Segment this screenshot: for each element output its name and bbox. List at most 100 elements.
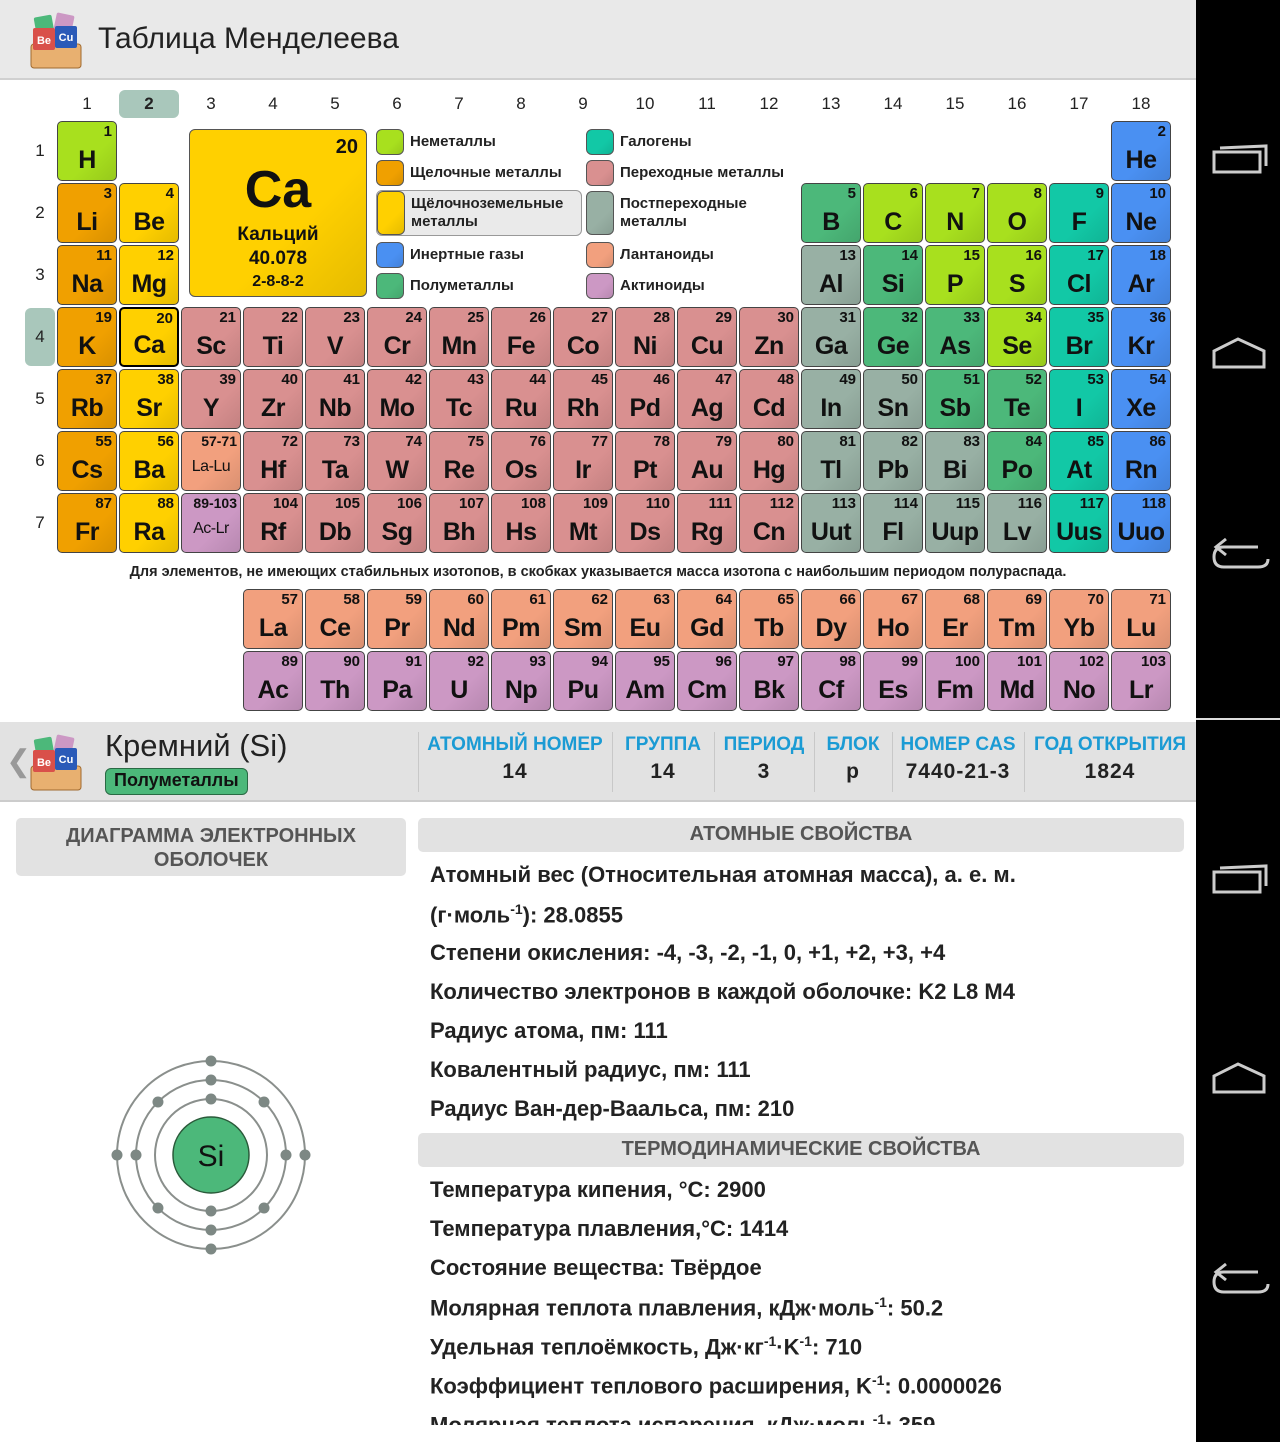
element-cell-mt[interactable]: 109 Mt	[553, 493, 613, 553]
element-cell-cf[interactable]: 98 Cf	[801, 651, 861, 711]
group-header-15[interactable]: 15	[925, 94, 985, 114]
element-cell-in[interactable]: 49 In	[801, 369, 861, 429]
element-cell-ni[interactable]: 28 Ni	[615, 307, 675, 367]
element-cell-uus[interactable]: 117 Uus	[1049, 493, 1109, 553]
element-cell-hf[interactable]: 72 Hf	[243, 431, 303, 491]
element-cell-sm[interactable]: 62 Sm	[553, 589, 613, 649]
element-cell-pm[interactable]: 61 Pm	[491, 589, 551, 649]
legend-item-ng[interactable]: Инертные газы	[376, 241, 582, 269]
element-cell-ho[interactable]: 67 Ho	[863, 589, 923, 649]
legend-item-ac[interactable]: Актиноиды	[586, 272, 796, 300]
group-header-5[interactable]: 5	[305, 94, 365, 114]
element-cell-u[interactable]: 92 U	[429, 651, 489, 711]
element-cell-at[interactable]: 85 At	[1049, 431, 1109, 491]
element-cell-no[interactable]: 102 No	[1049, 651, 1109, 711]
element-cell-cu[interactable]: 29 Cu	[677, 307, 737, 367]
element-cell-dy[interactable]: 66 Dy	[801, 589, 861, 649]
period-header-5[interactable]: 5	[25, 389, 55, 409]
recent-apps-icon[interactable]	[1208, 860, 1272, 900]
element-cell-la[interactable]: 57 La	[243, 589, 303, 649]
element-cell-se[interactable]: 34 Se	[987, 307, 1047, 367]
group-header-6[interactable]: 6	[367, 94, 427, 114]
element-cell-pu[interactable]: 94 Pu	[553, 651, 613, 711]
element-cell-pd[interactable]: 46 Pd	[615, 369, 675, 429]
legend-item-a[interactable]: Щелочные металлы	[376, 159, 582, 187]
element-cell-fl[interactable]: 114 Fl	[863, 493, 923, 553]
element-cell-ra[interactable]: 88 Ra	[119, 493, 179, 553]
legend-item-ae[interactable]: Щёлочноземельные металлы	[376, 190, 582, 236]
group-header-18[interactable]: 18	[1111, 94, 1171, 114]
element-cell-sn[interactable]: 50 Sn	[863, 369, 923, 429]
element-cell-md[interactable]: 101 Md	[987, 651, 1047, 711]
element-cell-co[interactable]: 27 Co	[553, 307, 613, 367]
element-cell-rb[interactable]: 37 Rb	[57, 369, 117, 429]
element-cell-n[interactable]: 7N	[925, 183, 985, 243]
period-header-3[interactable]: 3	[25, 265, 55, 285]
featured-element-card[interactable]: 20 Ca Кальций 40.078 2-8-8-2	[189, 129, 367, 297]
element-cell-ac-lr[interactable]: 89-103 Ac-Lr	[181, 493, 241, 553]
element-cell-la-lu[interactable]: 57-71 La-Lu	[181, 431, 241, 491]
legend-item-p[interactable]: Постпереходные металлы	[586, 190, 796, 236]
element-cell-si[interactable]: 14 Si	[863, 245, 923, 305]
element-cell-ce[interactable]: 58 Ce	[305, 589, 365, 649]
element-cell-kr[interactable]: 36 Kr	[1111, 307, 1171, 367]
element-cell-i[interactable]: 53 I	[1049, 369, 1109, 429]
element-cell-ac[interactable]: 89 Ac	[243, 651, 303, 711]
group-header-8[interactable]: 8	[491, 94, 551, 114]
element-cell-ta[interactable]: 73 Ta	[305, 431, 365, 491]
element-cell-rg[interactable]: 111 Rg	[677, 493, 737, 553]
period-header-1[interactable]: 1	[25, 141, 55, 161]
back-icon[interactable]	[1208, 1260, 1272, 1300]
element-cell-ne[interactable]: 10 Ne	[1111, 183, 1171, 243]
element-cell-p[interactable]: 15 P	[925, 245, 985, 305]
group-header-2[interactable]: 2	[119, 90, 179, 118]
element-cell-w[interactable]: 74 W	[367, 431, 427, 491]
element-cell-cm[interactable]: 96 Cm	[677, 651, 737, 711]
element-cell-lr[interactable]: 103 Lr	[1111, 651, 1171, 711]
period-header-6[interactable]: 6	[25, 451, 55, 471]
element-cell-hs[interactable]: 108 Hs	[491, 493, 551, 553]
element-cell-pb[interactable]: 82 Pb	[863, 431, 923, 491]
element-cell-ca[interactable]: 20 Ca	[119, 307, 179, 367]
element-cell-be[interactable]: 4 Be	[119, 183, 179, 243]
element-cell-na[interactable]: 11 Na	[57, 245, 117, 305]
element-cell-xe[interactable]: 54 Xe	[1111, 369, 1171, 429]
element-cell-np[interactable]: 93 Np	[491, 651, 551, 711]
group-header-4[interactable]: 4	[243, 94, 303, 114]
element-cell-uup[interactable]: 115 Uup	[925, 493, 985, 553]
element-cell-zn[interactable]: 30 Zn	[739, 307, 799, 367]
group-header-14[interactable]: 14	[863, 94, 923, 114]
element-cell-cl[interactable]: 17 Cl	[1049, 245, 1109, 305]
element-cell-f[interactable]: 9F	[1049, 183, 1109, 243]
element-cell-zr[interactable]: 40 Zr	[243, 369, 303, 429]
element-cell-fe[interactable]: 26 Fe	[491, 307, 551, 367]
group-header-11[interactable]: 11	[677, 94, 737, 114]
element-cell-ag[interactable]: 47 Ag	[677, 369, 737, 429]
element-cell-br[interactable]: 35 Br	[1049, 307, 1109, 367]
group-header-7[interactable]: 7	[429, 94, 489, 114]
back-icon[interactable]	[1208, 535, 1272, 575]
element-cell-mn[interactable]: 25 Mn	[429, 307, 489, 367]
element-cell-os[interactable]: 76 Os	[491, 431, 551, 491]
element-cell-tb[interactable]: 65 Tb	[739, 589, 799, 649]
element-cell-ds[interactable]: 110 Ds	[615, 493, 675, 553]
element-cell-pt[interactable]: 78 Pt	[615, 431, 675, 491]
element-cell-mo[interactable]: 42 Mo	[367, 369, 427, 429]
element-cell-ru[interactable]: 44 Ru	[491, 369, 551, 429]
element-cell-bi[interactable]: 83 Bi	[925, 431, 985, 491]
element-cell-v[interactable]: 23 V	[305, 307, 365, 367]
element-cell-sc[interactable]: 21 Sc	[181, 307, 241, 367]
group-header-3[interactable]: 3	[181, 94, 241, 114]
group-header-17[interactable]: 17	[1049, 94, 1109, 114]
element-cell-pr[interactable]: 59 Pr	[367, 589, 427, 649]
home-icon[interactable]	[1208, 335, 1272, 375]
element-cell-h[interactable]: 1H	[57, 121, 117, 181]
element-cell-th[interactable]: 90 Th	[305, 651, 365, 711]
group-header-13[interactable]: 13	[801, 94, 861, 114]
element-cell-bh[interactable]: 107 Bh	[429, 493, 489, 553]
element-cell-uuo[interactable]: 118 Uuo	[1111, 493, 1171, 553]
element-cell-uut[interactable]: 113 Uut	[801, 493, 861, 553]
element-cell-yb[interactable]: 70 Yb	[1049, 589, 1109, 649]
group-header-9[interactable]: 9	[553, 94, 613, 114]
legend-item-n[interactable]: Неметаллы	[376, 128, 582, 156]
